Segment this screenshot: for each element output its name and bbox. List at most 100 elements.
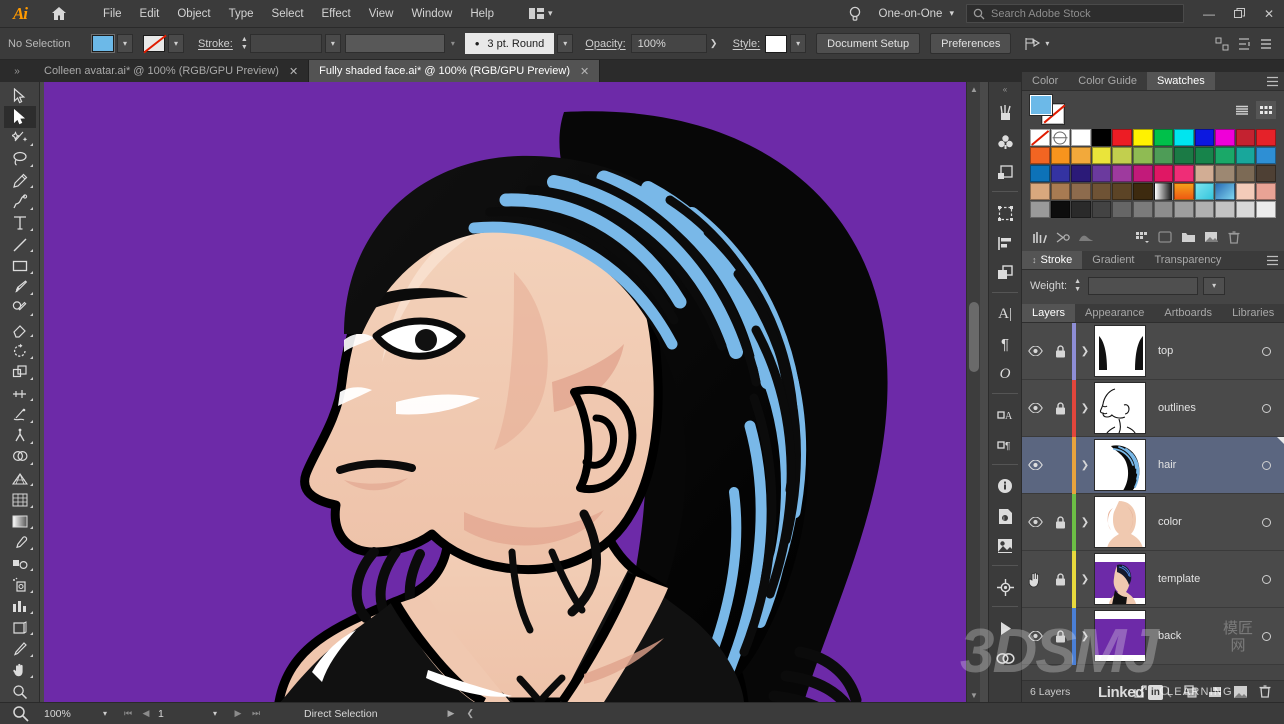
curvature-tool[interactable] xyxy=(4,191,36,212)
layer-target-indicator[interactable] xyxy=(1248,631,1284,641)
rail-collapse-icon[interactable]: « xyxy=(988,82,1022,96)
swatch-libraries-icon[interactable] xyxy=(1030,228,1050,246)
swatch-color[interactable] xyxy=(1091,201,1112,218)
swatch-color[interactable] xyxy=(1256,201,1276,218)
layer-target-indicator[interactable] xyxy=(1248,574,1284,584)
layer-row-color[interactable]: ❯ color xyxy=(1022,493,1284,551)
search-input[interactable]: Search Adobe Stock xyxy=(991,8,1091,20)
status-collapse-icon[interactable]: ❮ xyxy=(466,708,474,719)
layer-name[interactable]: hair xyxy=(1146,459,1248,471)
transform-icon[interactable] xyxy=(990,199,1020,227)
swatch-color[interactable] xyxy=(1132,147,1153,164)
eyedropper-tool[interactable] xyxy=(4,532,36,553)
graphic-style-swatch[interactable] xyxy=(765,34,788,53)
slice-tool[interactable] xyxy=(4,638,36,659)
menu-object[interactable]: Object xyxy=(168,4,219,24)
swatch-color[interactable] xyxy=(1215,201,1235,218)
character-styles-icon[interactable]: A xyxy=(990,401,1020,429)
tab-layers[interactable]: Layers xyxy=(1022,304,1076,322)
lasso-tool[interactable] xyxy=(4,149,36,170)
zoom-level-dropdown[interactable]: ▾ xyxy=(94,709,116,718)
lock-icon[interactable] xyxy=(1048,515,1072,529)
navigator-icon[interactable] xyxy=(990,573,1020,601)
swatch-folder[interactable] xyxy=(1030,201,1050,218)
swatch-color[interactable] xyxy=(1050,201,1071,218)
swatch-none[interactable] xyxy=(1030,129,1050,146)
swatch-color[interactable] xyxy=(1132,201,1153,218)
show-swatch-kinds-icon[interactable] xyxy=(1132,228,1152,246)
create-new-layer-icon[interactable] xyxy=(1229,682,1251,702)
canvas-area[interactable] xyxy=(40,82,988,702)
symbol-sprayer-tool[interactable] xyxy=(4,574,36,595)
search-help-bulb-icon[interactable] xyxy=(839,6,871,22)
artboard[interactable] xyxy=(44,82,972,702)
panel-menu-icon[interactable] xyxy=(1260,251,1284,269)
swatch-color[interactable] xyxy=(1030,183,1050,200)
layer-disclosure-icon[interactable]: ❯ xyxy=(1076,460,1094,471)
lock-icon[interactable] xyxy=(1048,401,1072,415)
eye-icon[interactable] xyxy=(1022,346,1048,356)
scroll-up-icon[interactable]: ▲ xyxy=(967,82,981,96)
rotate-tool[interactable] xyxy=(4,340,36,361)
menu-help[interactable]: Help xyxy=(461,4,503,24)
layer-disclosure-icon[interactable]: ❯ xyxy=(1076,631,1094,642)
grid-view-button[interactable] xyxy=(1256,101,1276,119)
tab-close-icon[interactable]: ✕ xyxy=(289,65,298,78)
swatch-color[interactable] xyxy=(1256,183,1276,200)
gradient-tool[interactable] xyxy=(4,511,36,532)
fill-indicator[interactable] xyxy=(1029,94,1053,116)
layer-disclosure-icon[interactable]: ❯ xyxy=(1076,403,1094,414)
align-options[interactable]: ▾ xyxy=(1025,37,1049,51)
tab-bar-collapse-icon[interactable]: » xyxy=(0,60,34,82)
glyphs-icon[interactable]: O xyxy=(990,360,1020,388)
opacity-label[interactable]: Opacity: xyxy=(585,38,625,50)
swatch-color[interactable] xyxy=(1112,165,1132,182)
free-transform-tool[interactable] xyxy=(4,404,36,425)
current-tool-label[interactable]: Direct Selection xyxy=(304,708,378,720)
swatch-color[interactable] xyxy=(1153,129,1174,146)
tab-color-guide[interactable]: Color Guide xyxy=(1068,72,1147,90)
align-panel-icon[interactable] xyxy=(1234,34,1254,54)
release-to-layers-icon[interactable] xyxy=(1129,682,1151,702)
adobe-stock-search[interactable]: Search Adobe Stock xyxy=(966,4,1184,23)
eraser-tool[interactable] xyxy=(4,319,36,340)
brush-definition-dropdown[interactable]: ▾ xyxy=(557,34,574,53)
swatch-color[interactable] xyxy=(1256,147,1276,164)
puppet-warp-tool[interactable] xyxy=(4,426,36,447)
mesh-tool[interactable] xyxy=(4,489,36,510)
swatch-gradient-orange[interactable] xyxy=(1174,183,1194,200)
zoom-icon[interactable] xyxy=(0,705,40,722)
stroke-weight-panel-input[interactable] xyxy=(1088,276,1199,295)
document-setup-button[interactable]: Document Setup xyxy=(816,33,921,54)
tab-transparency[interactable]: Transparency xyxy=(1145,251,1232,269)
stroke-weight-panel-dropdown[interactable]: ▾ xyxy=(1203,276,1226,295)
layer-row-hair[interactable]: ❯ hair xyxy=(1022,436,1284,494)
eye-icon[interactable] xyxy=(1022,517,1048,527)
tab-swatches[interactable]: Swatches xyxy=(1147,72,1215,90)
stroke-weight-dropdown[interactable]: ▾ xyxy=(324,34,341,53)
swatch-color[interactable] xyxy=(1215,147,1235,164)
scroll-down-icon[interactable]: ▼ xyxy=(967,688,981,702)
control-bar-menu-icon[interactable] xyxy=(1256,34,1276,54)
swatch-color[interactable] xyxy=(1050,165,1071,182)
document-info-icon[interactable] xyxy=(990,472,1020,500)
swatch-color[interactable] xyxy=(1174,147,1194,164)
swatch-color[interactable] xyxy=(1091,165,1112,182)
stroke-weight-stepper[interactable]: ▲ ▼ xyxy=(239,34,250,53)
swatch-color[interactable] xyxy=(1132,165,1153,182)
menu-edit[interactable]: Edit xyxy=(131,4,169,24)
perspective-grid-tool[interactable] xyxy=(4,468,36,489)
links-chain-icon[interactable] xyxy=(990,644,1020,672)
lock-icon[interactable] xyxy=(1048,629,1072,643)
actions-play-icon[interactable] xyxy=(990,614,1020,642)
last-artboard-icon[interactable]: ⏭ xyxy=(248,706,264,722)
swatch-color[interactable] xyxy=(1071,201,1091,218)
stroke-weight-label[interactable]: Stroke: xyxy=(198,38,233,50)
column-graph-tool[interactable] xyxy=(4,596,36,617)
opacity-input[interactable]: 100% xyxy=(630,34,707,53)
artboard-number-dropdown[interactable]: ▾ xyxy=(204,709,226,718)
preferences-button[interactable]: Preferences xyxy=(930,33,1012,54)
paintbrush-tool[interactable] xyxy=(4,277,36,298)
close-button[interactable]: ✕ xyxy=(1254,0,1284,28)
menu-view[interactable]: View xyxy=(360,4,403,24)
